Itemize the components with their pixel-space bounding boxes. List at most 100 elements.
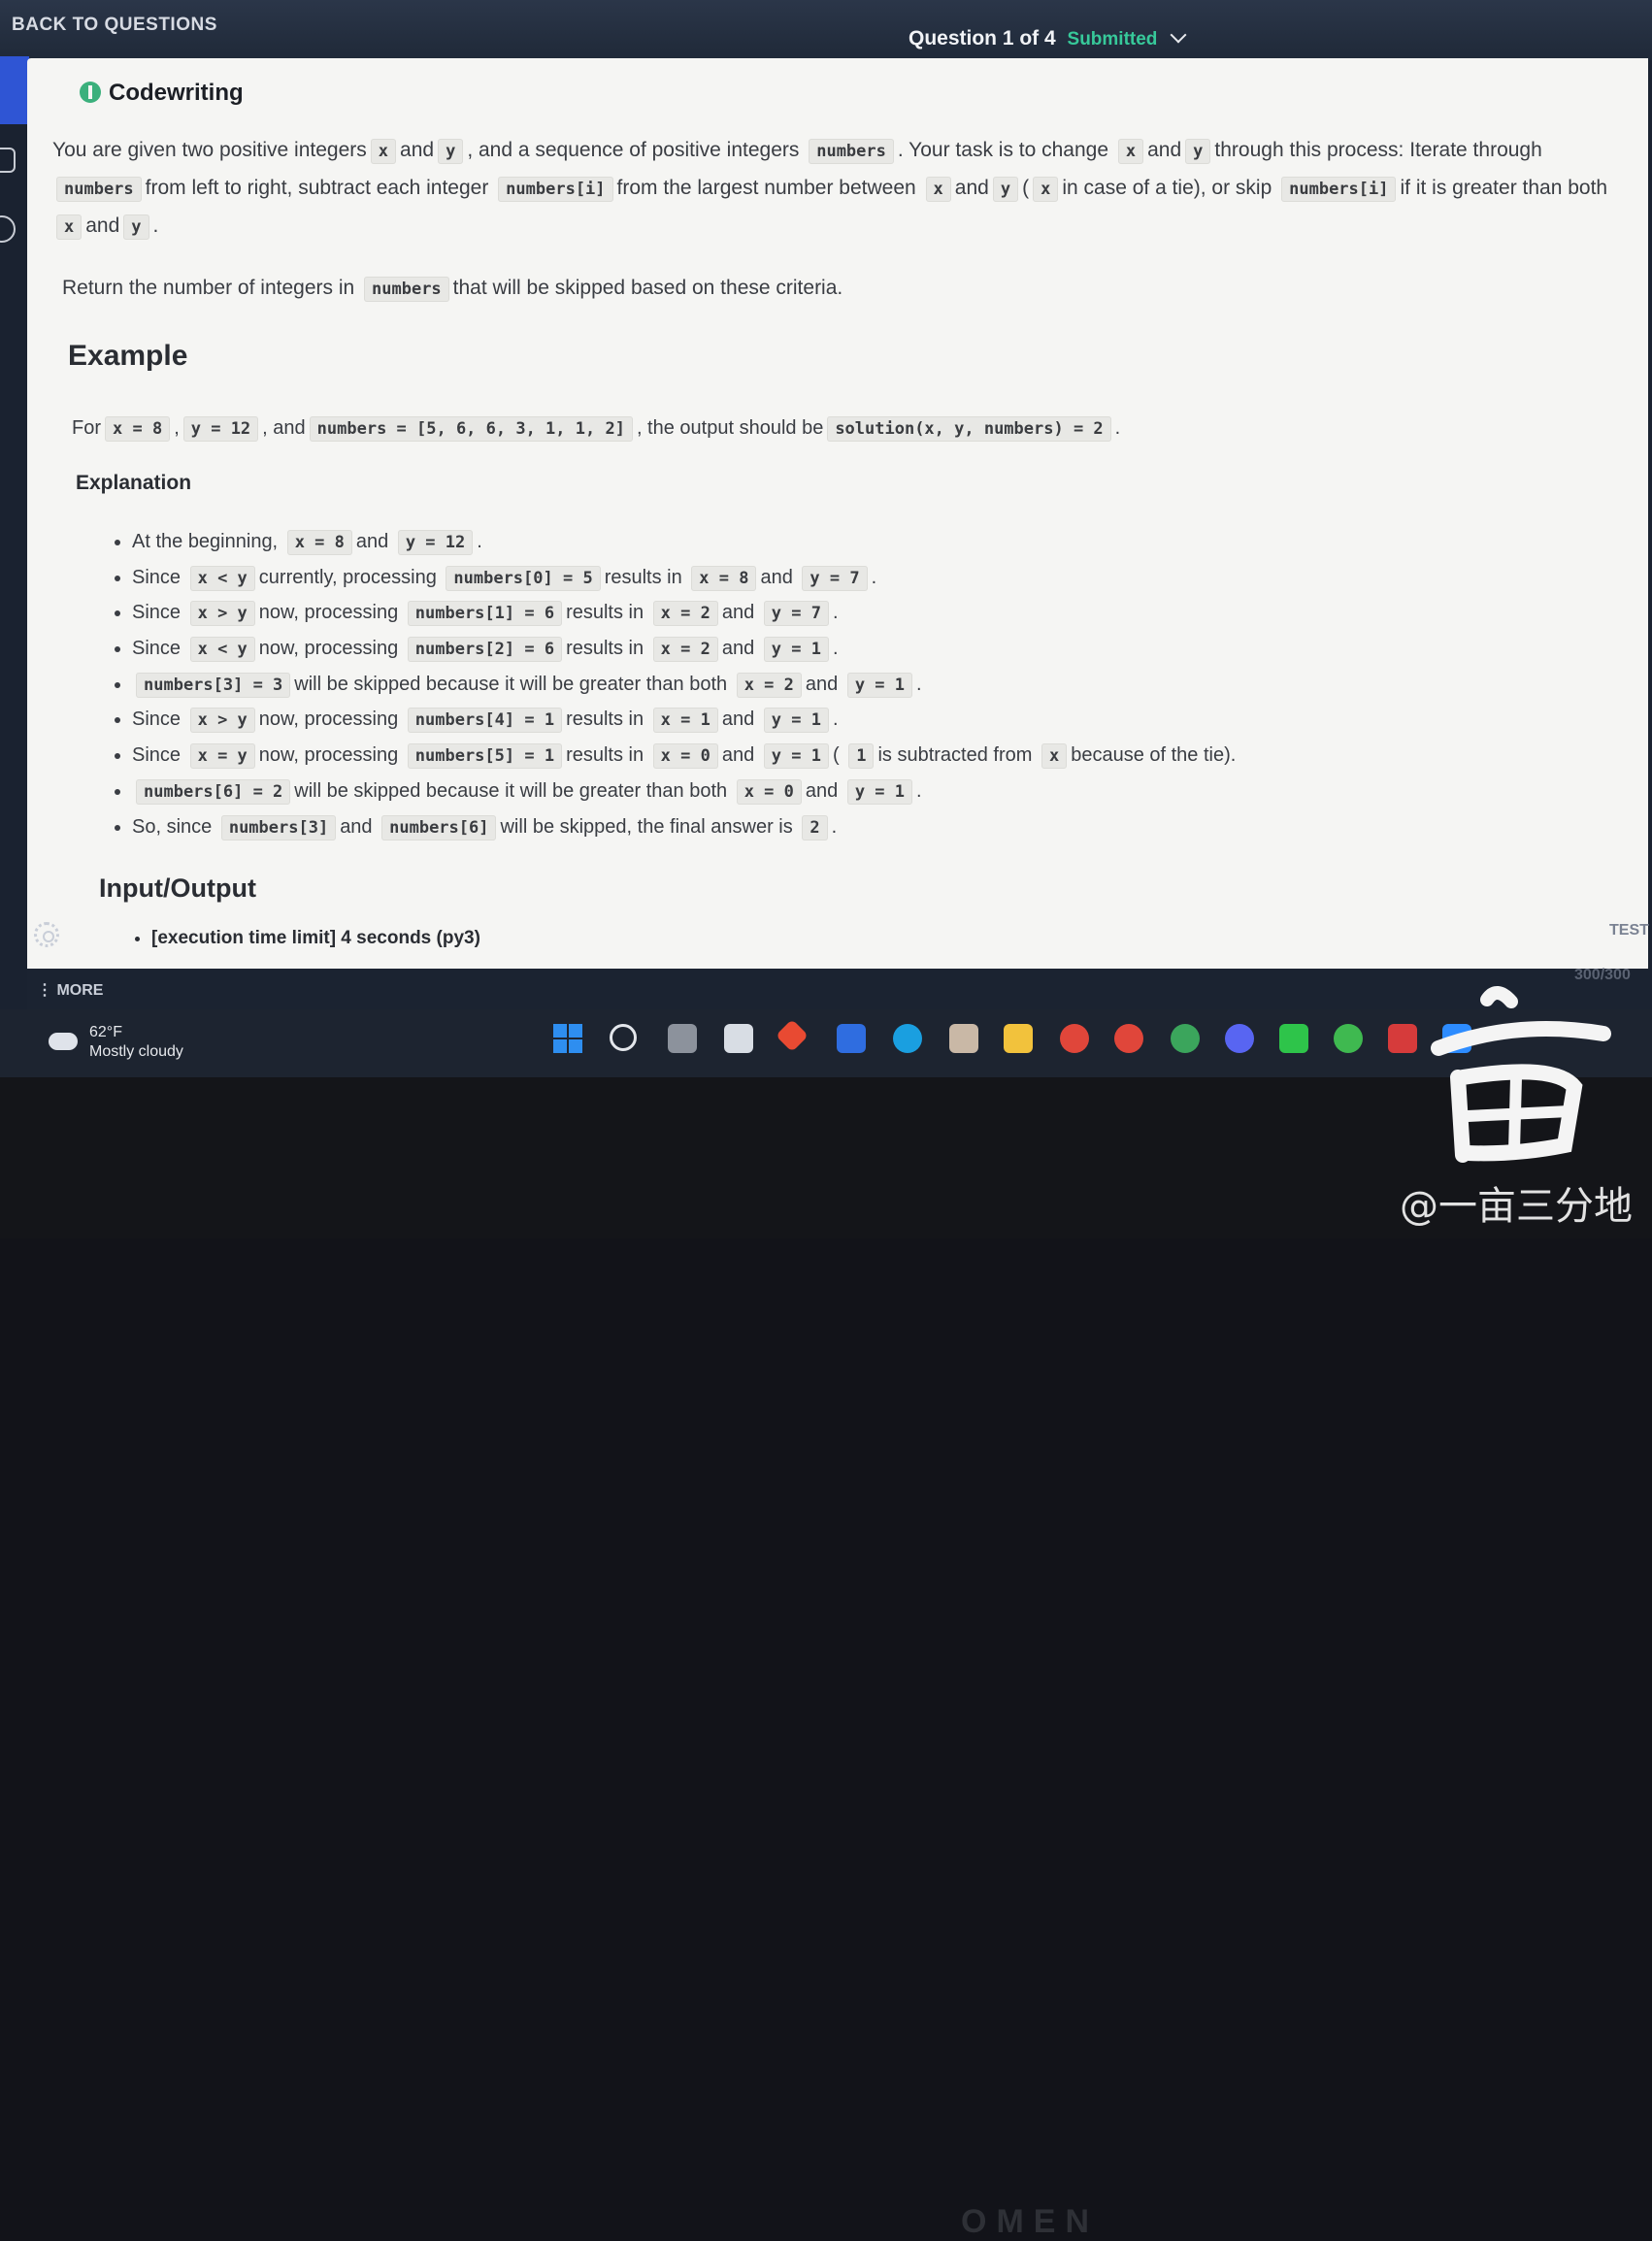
inline-code: 1 (848, 743, 875, 770)
question-progress: Question 1 of 4 (909, 27, 1056, 49)
text: and (340, 815, 373, 838)
text: At the beginning, (132, 531, 279, 552)
inline-code: x (1041, 743, 1068, 770)
text: is subtracted from (877, 744, 1033, 767)
left-rail (0, 60, 27, 1031)
text: now, processing (258, 744, 399, 767)
start-icon[interactable] (553, 1024, 582, 1053)
more-menu[interactable]: ⋮ MORE (37, 980, 103, 1000)
line-icon[interactable] (1279, 1024, 1308, 1053)
weather-widget[interactable]: 62°F Mostly cloudy (49, 1023, 183, 1062)
rail-active-indicator (0, 56, 29, 124)
explanation-item: Since x > ynow, processing numbers[4] = … (132, 705, 1236, 741)
inline-code: numbers[0] = 5 (446, 565, 601, 591)
git-icon[interactable] (776, 1019, 809, 1052)
text: now, processing (258, 638, 399, 660)
text: Since (132, 638, 182, 660)
description-tab-icon[interactable] (0, 148, 16, 173)
text: Since (132, 566, 182, 588)
inline-code: numbers[3] = 3 (136, 672, 291, 698)
explanation-item: numbers[6] = 2will be skipped because it… (132, 776, 1236, 812)
inline-code: y = 1 (846, 672, 912, 698)
text: and (805, 779, 839, 802)
text: will be skipped, the final answer is (500, 815, 793, 838)
inline-code: 2 (802, 814, 828, 840)
text: Since (132, 709, 182, 731)
edge-icon[interactable] (893, 1024, 922, 1053)
chrome-icon[interactable] (1114, 1024, 1143, 1053)
text: now, processing (258, 709, 399, 731)
return-statement: Return the number of integers in numbers… (62, 274, 843, 304)
inline-code: y = 1 (763, 637, 829, 663)
description-line-2: numbers from left to right, subtract each… (52, 174, 1607, 204)
top-bar: BACK TO QUESTIONS Question 1 of 4 Submit… (0, 0, 1652, 60)
cloud-icon (49, 1025, 78, 1050)
text: results in (566, 638, 644, 660)
status-badge: Submitted (1067, 29, 1158, 49)
back-to-questions-link[interactable]: BACK TO QUESTIONS (12, 15, 217, 36)
text: . (831, 815, 838, 838)
task-view-icon[interactable] (668, 1024, 697, 1053)
inline-code: numbers[6] (381, 814, 497, 840)
inline-code: x = 8 (691, 565, 757, 591)
description-line-1: You are given two positive integers x and y… (52, 136, 1542, 166)
inline-code: numbers[5] = 1 (407, 743, 563, 770)
text: because of the tie). (1071, 744, 1237, 767)
text: results in (604, 566, 682, 588)
app-icon[interactable] (837, 1024, 866, 1053)
inline-code: y = 7 (763, 601, 829, 627)
inline-code: y = 1 (763, 743, 829, 770)
inline-code: x = 2 (652, 637, 718, 663)
text: and (721, 709, 755, 731)
text: and (721, 638, 755, 660)
text: and (760, 566, 793, 588)
file-explorer-icon[interactable] (1004, 1024, 1033, 1053)
wechat-icon[interactable] (1334, 1024, 1363, 1053)
explanation-item: So, since numbers[3]and numbers[6]will b… (132, 812, 1236, 848)
chrome-icon[interactable] (1060, 1024, 1089, 1053)
test-label: TEST (1609, 922, 1649, 939)
explanation-item: Since x = ynow, processing numbers[5] = … (132, 741, 1236, 776)
photo-icon[interactable] (949, 1024, 978, 1053)
search-icon[interactable] (610, 1024, 637, 1051)
temperature: 62°F (89, 1024, 122, 1040)
text: currently, processing (258, 566, 437, 588)
io-item: [execution time limit] 4 seconds (py3) (151, 928, 480, 949)
text: and (721, 602, 755, 624)
inline-code: x = 8 (286, 530, 352, 555)
section-title: Codewriting (80, 80, 244, 107)
description-line-3: x and y. (52, 212, 158, 242)
text: ( (832, 744, 840, 767)
laptop-screen: BACK TO QUESTIONS Question 1 of 4 Submit… (0, 0, 1652, 1077)
text: . (832, 638, 839, 660)
text: Since (132, 744, 182, 767)
store-icon[interactable] (724, 1024, 753, 1053)
input-output-heading: Input/Output (99, 873, 256, 903)
weather-condition: Mostly cloudy (89, 1043, 183, 1060)
windows-taskbar: 62°F Mostly cloudy (0, 1009, 1652, 1077)
text: results in (566, 744, 644, 767)
inline-code: x > y (189, 601, 255, 627)
chrome-icon[interactable] (1171, 1024, 1200, 1053)
text: . (871, 566, 877, 588)
text: . (477, 531, 482, 552)
wps-icon[interactable] (1388, 1024, 1417, 1053)
inline-code: x < y (189, 565, 255, 591)
explanation-item: Since x < ycurrently, processing numbers… (132, 563, 1236, 599)
inline-code: numbers[1] = 6 (407, 601, 563, 627)
inline-code: y = 1 (846, 778, 912, 805)
text: will be skipped because it will be great… (294, 779, 728, 802)
text: . (916, 779, 922, 802)
question-selector[interactable]: Question 1 of 4 Submitted (909, 26, 1187, 50)
inline-code: y = 7 (802, 565, 868, 591)
inline-code: x = 2 (736, 672, 802, 698)
inline-code: x = 0 (652, 743, 718, 770)
io-list: [execution time limit] 4 seconds (py3) (128, 928, 480, 949)
explanation-item: numbers[3] = 3will be skipped because it… (132, 670, 1236, 706)
settings-gear-icon[interactable] (34, 922, 59, 947)
example-line: For x = 8,y = 12, and numbers = [5, 6, 6, … (72, 413, 1120, 444)
discord-icon[interactable] (1225, 1024, 1254, 1053)
watermark-text: @一亩三分地 (1400, 1184, 1633, 1229)
chevron-down-icon (1170, 26, 1187, 44)
text: Since (132, 602, 182, 624)
